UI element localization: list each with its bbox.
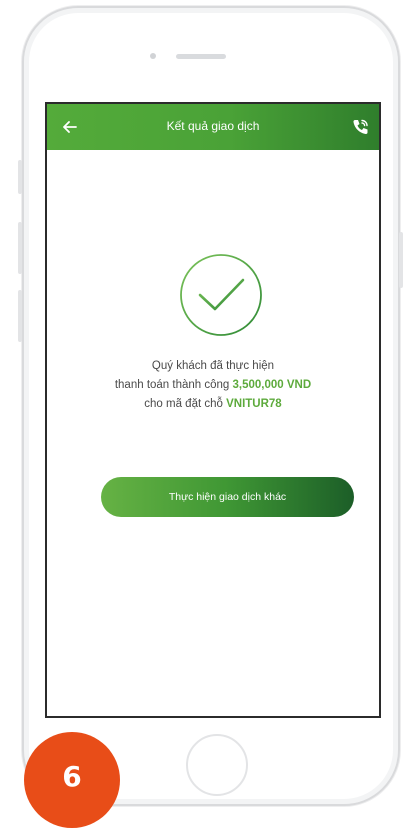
phone-icon[interactable]	[349, 116, 371, 138]
result-line-3: cho mã đặt chỗ VNITUR78	[47, 395, 379, 414]
booking-code: VNITUR78	[226, 398, 282, 410]
page-title: Kết quả giao dịch	[166, 119, 260, 133]
payment-amount: 3,500,000 VND	[232, 379, 312, 391]
app-header: Kết quả giao dịch	[47, 104, 379, 150]
earpiece-speaker	[176, 54, 226, 59]
power-button	[399, 232, 403, 288]
volume-down-button	[18, 290, 22, 342]
booking-code-label: cho mã đặt chỗ	[144, 398, 223, 410]
result-line-1: Quý khách đã thực hiện	[151, 360, 275, 372]
step-number: 6	[62, 760, 82, 793]
front-camera	[150, 53, 156, 59]
result-message: Quý khách đã thực hiện thanh toán thành …	[47, 357, 379, 414]
volume-up-button	[18, 222, 22, 274]
silent-switch	[18, 160, 22, 194]
checkmark-circle-icon	[180, 254, 262, 336]
step-number-badge: 6	[24, 732, 120, 828]
home-button[interactable]	[186, 734, 248, 796]
phone-screen: Kết quả giao dịch Quý khách đã thực hiện…	[45, 102, 381, 718]
result-line-2: thanh toán thành công 3,500,000 VND	[47, 376, 379, 395]
payment-success-text: thanh toán thành công	[114, 379, 230, 391]
new-transaction-button[interactable]: Thực hiện giao dịch khác	[101, 477, 354, 517]
